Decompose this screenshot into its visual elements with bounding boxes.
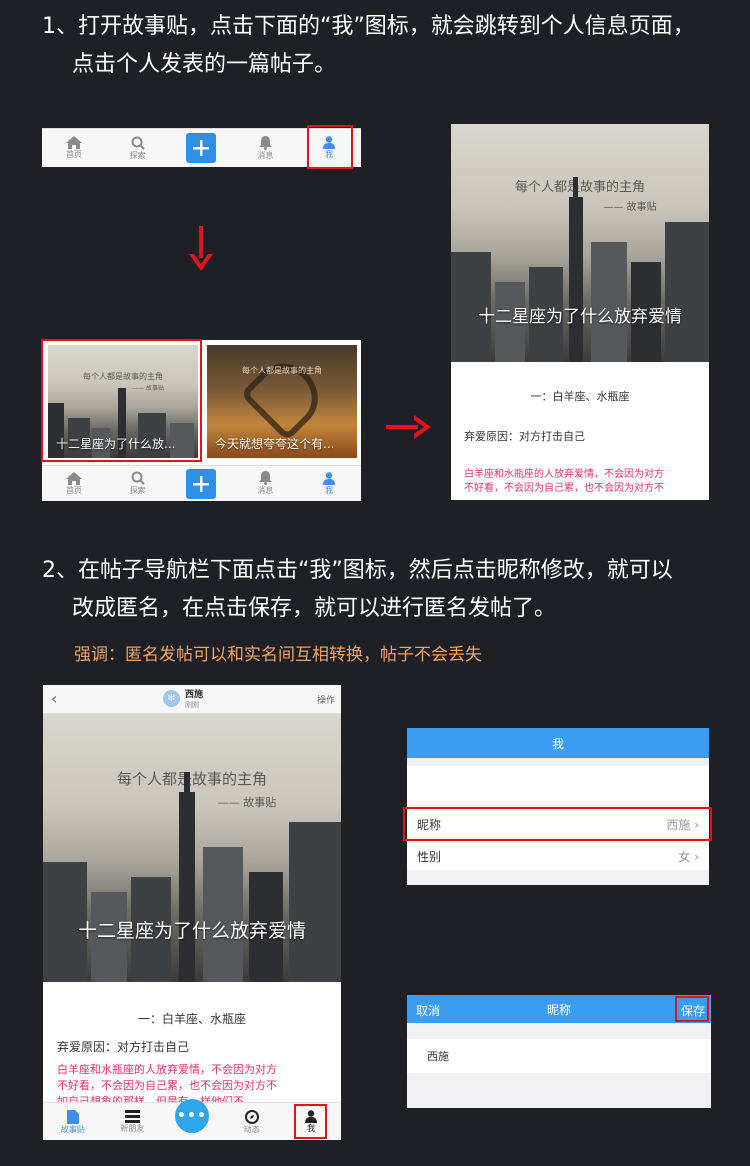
post2-section: 一：白羊座、水瓶座 <box>137 1012 246 1026</box>
tab-home-2[interactable]: 首页 <box>44 471 104 496</box>
nickname-input[interactable]: 西施 <box>407 1039 711 1073</box>
chat-bubble-icon[interactable]: ••• <box>174 1099 209 1133</box>
post-header: ‹ ❄ 西施 刚刚 操作 <box>43 685 341 714</box>
list-icon <box>124 1110 140 1123</box>
step2-line1: 2、在帖子导航栏下面点击“我”图标，然后点击昵称修改，就可以 <box>42 558 673 583</box>
step2-line2: 改成匿名，在点击保存，就可以进行匿名发帖了。 <box>72 596 557 621</box>
highlight-me-app-tab <box>294 1104 327 1139</box>
post1-body: 一：白羊座、水瓶座 弃爱原因：对方打击自己 白羊座和水瓶座的人放弃爱情，不会因为… <box>451 362 709 500</box>
tab-explore-label: 探索 <box>129 150 146 160</box>
tab-home-2-label: 首页 <box>65 485 82 495</box>
tab-publish[interactable] <box>171 133 231 163</box>
post2-body: 一：白羊座、水瓶座 弃爱原因：对方打击自己 白羊座和水瓶座的人放弃爱情，不会因为… <box>43 982 341 1108</box>
tab-gushitie[interactable]: 故事贴 <box>43 1109 103 1135</box>
bell-icon <box>258 135 272 150</box>
plus-icon[interactable] <box>186 133 217 163</box>
arrow-right-icon <box>386 415 431 439</box>
post2-pink-line2: 不好看，不会因为自己累，也不会因为对方不 <box>57 1079 277 1092</box>
tab-publish-2[interactable] <box>171 468 231 499</box>
tab-home-label: 首页 <box>65 150 82 159</box>
bell-icon <box>258 471 272 485</box>
post-detail-2: ‹ ❄ 西施 刚刚 操作 每个人都是故事的主角 —— 故事贴 十二星座为了什么放… <box>43 685 341 1140</box>
card2-caption: 今天就想夸夸这个有... <box>215 437 335 451</box>
arrow-down-icon <box>189 226 213 271</box>
gender-label: 性别 <box>417 849 442 864</box>
gender-value: 女 <box>678 849 691 864</box>
home-icon <box>65 471 82 485</box>
post2-pink-line1: 白羊座和水瓶座的人放弃爱情，不会因为对方 <box>57 1063 277 1076</box>
post1-quote: 每个人都是故事的主角 <box>514 180 645 195</box>
post2-title: 十二星座为了什么放弃爱情 <box>77 920 306 942</box>
me-blank-row <box>407 766 709 804</box>
gender-row[interactable]: 性别 女 › <box>407 842 709 870</box>
post-cover-1: 每个人都是故事的主角 —— 故事贴 十二星座为了什么放弃爱情 <box>451 124 709 362</box>
post-card-2[interactable]: 每个人都是故事的主角 今天就想夸夸这个有... <box>207 345 357 458</box>
home-icon <box>65 136 82 149</box>
author-name: 西施 <box>185 690 204 700</box>
tab-chat[interactable]: ••• <box>162 1099 222 1133</box>
highlight-nickname-row <box>403 807 712 841</box>
tab-explore-2[interactable]: 探索 <box>108 471 168 496</box>
tab-messages-2[interactable]: 消息 <box>235 471 295 496</box>
post1-pink-line2: 不好看，不会因为自己累，也不会因为对方不 <box>464 483 664 494</box>
tab-gushitie-label: 故事贴 <box>60 1124 85 1134</box>
tab-messages-label: 消息 <box>257 150 274 160</box>
tab-messages-2-label: 消息 <box>257 486 274 495</box>
me-title: 我 <box>407 728 709 758</box>
search-icon <box>131 136 145 150</box>
tab-dynamic-label: 动态 <box>243 1124 260 1134</box>
compass-icon <box>244 1109 259 1124</box>
tab-explore[interactable]: 探索 <box>108 136 168 161</box>
nickname-screen-title: 昵称 <box>546 1002 571 1017</box>
search-icon <box>131 471 145 485</box>
highlight-me-tab <box>307 125 353 169</box>
nickname-screen: 取消 昵称 保存 西施 <box>407 995 711 1108</box>
action-button[interactable]: 操作 <box>317 693 335 706</box>
nickname-navbar: 取消 昵称 保存 <box>407 995 711 1023</box>
post-detail-1: 每个人都是故事的主角 —— 故事贴 十二星座为了什么放弃爱情 一：白羊座、水瓶座… <box>451 124 709 500</box>
tab-friends[interactable]: 新朋友 <box>103 1110 163 1134</box>
plus-icon[interactable] <box>186 468 217 499</box>
tab-messages[interactable]: 消息 <box>235 135 295 161</box>
tab-friends-label: 新朋友 <box>120 1124 145 1133</box>
highlight-post-card <box>41 339 202 462</box>
tab-me-2[interactable]: 我 <box>299 471 359 496</box>
post1-pink-text: 白羊座和水瓶座的人放弃爱情，不会因为对方 不好看，不会因为自己累，也不会因为对方… <box>464 468 664 496</box>
card2-quote: 每个人都是故事的主角 <box>242 366 322 375</box>
avatar[interactable]: ❄ <box>163 690 180 707</box>
step2-emphasis: 强调：匿名发帖可以和实名间互相转换，帖子不会丢失 <box>74 645 482 665</box>
back-icon[interactable]: ‹ <box>51 689 57 708</box>
cancel-button[interactable]: 取消 <box>416 1002 440 1019</box>
user-icon <box>323 471 336 485</box>
post1-reason: 弃爱原因：对方打击自己 <box>464 430 585 443</box>
post2-quote: 每个人都是故事的主角 <box>116 770 267 788</box>
step1-line2: 点击个人发表的一篇帖子。 <box>72 52 337 77</box>
document-icon <box>66 1109 79 1124</box>
chevron-right-icon: › <box>690 849 699 864</box>
tab-explore-2-label: 探索 <box>129 486 146 495</box>
tab-home[interactable]: 首页 <box>44 136 104 160</box>
post-cover-2: 每个人都是故事的主角 —— 故事贴 十二星座为了什么放弃爱情 <box>43 714 341 982</box>
nickname-input-value: 西施 <box>427 1050 449 1063</box>
post1-pink-line1: 白羊座和水瓶座的人放弃爱情，不会因为对方 <box>464 469 664 480</box>
highlight-save-button <box>675 996 709 1022</box>
post-time: 刚刚 <box>185 701 199 709</box>
post1-section: 一：白羊座、水瓶座 <box>530 390 630 403</box>
tab-me-2-label: 我 <box>325 485 334 495</box>
post1-title: 十二星座为了什么放弃爱情 <box>478 307 682 327</box>
step1-line1: 1、打开故事贴，点击下面的“我”图标，就会跳转到个人信息页面， <box>42 14 695 39</box>
post2-reason: 弃爱原因：对方打击自己 <box>57 1040 190 1054</box>
tabbar-profile: 首页 探索 消息 我 <box>42 465 361 501</box>
tab-dynamic[interactable]: 动态 <box>222 1109 282 1135</box>
